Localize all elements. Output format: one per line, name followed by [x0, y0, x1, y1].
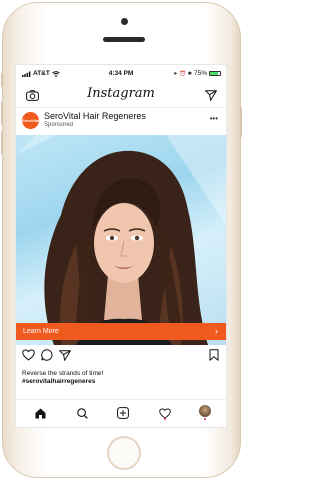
front-camera: [121, 18, 128, 25]
alarm-icon: ⏰: [179, 70, 186, 77]
battery-level: [210, 72, 218, 75]
volume-down-button: [1, 131, 3, 155]
learn-more-button[interactable]: Learn More ›: [16, 323, 226, 340]
activity-notification-dot: [164, 418, 166, 420]
instagram-logo: Instagram: [87, 86, 155, 101]
chevron-right-icon: ›: [215, 326, 218, 336]
volume-up-button: [1, 101, 3, 125]
power-button: [240, 107, 242, 137]
woman-portrait-image: [16, 135, 226, 345]
activity-heart-icon[interactable]: [159, 406, 171, 424]
post-actions: [16, 348, 226, 364]
profile-notification-dot: [204, 418, 206, 420]
share-icon[interactable]: [59, 348, 71, 366]
heart-icon[interactable]: [22, 348, 35, 366]
avatar-logo-text: SeroVital: [22, 118, 40, 123]
post-caption: Reverse the strands of time!: [22, 370, 104, 377]
instagram-header: Instagram: [16, 83, 226, 105]
more-icon[interactable]: •••: [210, 114, 218, 123]
direct-send-icon[interactable]: [205, 88, 217, 106]
account-avatar[interactable]: SeroVital: [22, 112, 39, 129]
battery-percent: 75%: [193, 70, 207, 77]
bookmark-icon[interactable]: [209, 348, 219, 366]
account-name[interactable]: SeroVital Hair Regeneres: [44, 111, 146, 121]
earpiece-speaker: [103, 37, 145, 42]
profile-avatar[interactable]: [199, 405, 211, 417]
bluetooth-icon: ✱: [187, 70, 192, 77]
comment-icon[interactable]: [41, 348, 53, 366]
post-image[interactable]: [16, 135, 226, 345]
home-icon[interactable]: [35, 406, 46, 424]
location-icon: ➤: [173, 70, 178, 77]
status-bar: AT&T 4:34 PM ➤ ⏰ ✱ 75%: [16, 65, 226, 83]
phone-screen: AT&T 4:34 PM ➤ ⏰ ✱ 75% Instagram SeroVit…: [15, 64, 227, 428]
search-icon[interactable]: [77, 406, 88, 424]
status-right: ➤ ⏰ ✱ 75%: [173, 70, 221, 77]
side-button: [1, 73, 3, 87]
post-header: SeroVital SeroVital Hair Regeneres Spons…: [16, 107, 226, 134]
learn-more-label: Learn More: [23, 328, 59, 335]
bottom-tab-bar: [16, 399, 226, 422]
sponsored-label: Sponsored: [44, 122, 74, 128]
add-post-icon[interactable]: [117, 406, 129, 424]
battery-icon: [209, 71, 221, 76]
post-hashtag[interactable]: #serovitalhairregeneres: [22, 378, 95, 385]
home-button[interactable]: [107, 436, 141, 470]
